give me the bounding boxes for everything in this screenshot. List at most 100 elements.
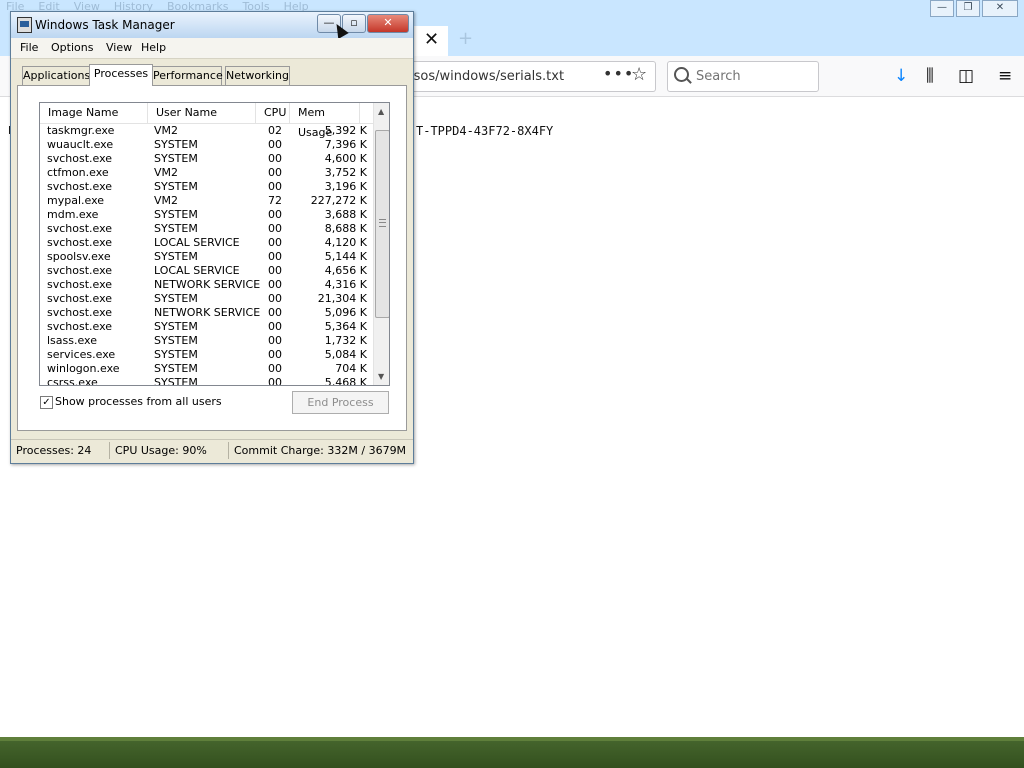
status-divider <box>228 442 229 459</box>
table-row[interactable]: wuauclt.exe SYSTEM 00 7,396 K <box>40 138 373 152</box>
process-user-name: VM2 <box>154 124 179 137</box>
search-input[interactable] <box>667 61 819 92</box>
url-text[interactable]: isos/windows/serials.txt <box>410 69 564 84</box>
process-user-name: SYSTEM <box>154 222 198 235</box>
column-image-name[interactable]: Image Name <box>40 103 148 123</box>
table-row[interactable]: taskmgr.exe VM2 02 5,392 K <box>40 124 373 138</box>
table-row[interactable]: svchost.exe SYSTEM 00 3,196 K <box>40 180 373 194</box>
table-row[interactable]: winlogon.exe SYSTEM 00 704 K <box>40 362 373 376</box>
status-bar: Processes: 24 CPU Usage: 90% Commit Char… <box>11 439 413 462</box>
table-row[interactable]: spoolsv.exe SYSTEM 00 5,144 K <box>40 250 373 264</box>
column-cpu[interactable]: CPU <box>256 103 290 123</box>
process-cpu: 00 <box>268 180 282 193</box>
vertical-scrollbar[interactable]: ▲ ▼ <box>373 103 389 385</box>
column-user-name[interactable]: User Name <box>148 103 256 123</box>
table-row[interactable]: svchost.exe SYSTEM 00 8,688 K <box>40 222 373 236</box>
table-row[interactable]: svchost.exe NETWORK SERVICE 00 4,316 K <box>40 278 373 292</box>
hamburger-menu-icon[interactable]: ≡ <box>998 66 1012 86</box>
process-user-name: SYSTEM <box>154 152 198 165</box>
process-cpu: 00 <box>268 152 282 165</box>
process-cpu: 00 <box>268 208 282 221</box>
library-icon[interactable]: ⫼ <box>926 66 934 86</box>
close-button[interactable]: ✕ <box>367 14 409 33</box>
scroll-thumb[interactable] <box>375 130 389 318</box>
column-mem-usage[interactable]: Mem Usage <box>290 103 360 139</box>
process-mem-usage: 1,732 K <box>324 334 367 347</box>
table-row[interactable]: services.exe SYSTEM 00 5,084 K <box>40 348 373 362</box>
browser-restore-button[interactable]: ❐ <box>956 0 980 17</box>
process-cpu: 00 <box>268 348 282 361</box>
process-image-name: spoolsv.exe <box>47 250 111 263</box>
table-row[interactable]: svchost.exe SYSTEM 00 5,364 K <box>40 320 373 334</box>
table-row[interactable]: csrss.exe SYSTEM 00 5,468 K <box>40 376 373 386</box>
process-mem-usage: 4,600 K <box>324 152 367 165</box>
status-processes: Processes: 24 <box>16 444 92 457</box>
table-row[interactable]: ctfmon.exe VM2 00 3,752 K <box>40 166 373 180</box>
process-cpu: 00 <box>268 264 282 277</box>
desktop-wallpaper <box>0 737 1024 768</box>
process-image-name: ctfmon.exe <box>47 166 109 179</box>
table-row[interactable]: svchost.exe SYSTEM 00 21,304 K <box>40 292 373 306</box>
process-mem-usage: 5,096 K <box>324 306 367 319</box>
process-user-name: SYSTEM <box>154 208 198 221</box>
page-text: T-TPPD4-43F72-8X4FY <box>416 124 554 138</box>
process-image-name: svchost.exe <box>47 180 113 193</box>
process-mem-usage: 5,084 K <box>324 348 367 361</box>
task-manager-app-icon <box>17 17 32 33</box>
tab-performance[interactable]: Performance <box>152 66 223 85</box>
menu-help[interactable]: Help <box>141 41 166 54</box>
process-user-name: NETWORK SERVICE <box>154 306 261 319</box>
tab-close-icon[interactable]: ✕ <box>424 29 439 50</box>
table-row[interactable]: svchost.exe LOCAL SERVICE 00 4,120 K <box>40 236 373 250</box>
table-row[interactable]: mypal.exe VM2 72 227,272 K <box>40 194 373 208</box>
menu-options[interactable]: Options <box>51 41 93 54</box>
tab-networking[interactable]: Networking <box>225 66 290 85</box>
menu-view[interactable]: View <box>106 41 132 54</box>
process-cpu: 00 <box>268 236 282 249</box>
process-image-name: lsass.exe <box>47 334 97 347</box>
process-mem-usage: 4,120 K <box>324 236 367 249</box>
process-mem-usage: 5,468 K <box>324 376 367 386</box>
process-image-name: svchost.exe <box>47 222 113 235</box>
table-row[interactable]: lsass.exe SYSTEM 00 1,732 K <box>40 334 373 348</box>
show-all-checkbox[interactable]: ✓ <box>40 396 53 409</box>
process-image-name: svchost.exe <box>47 306 113 319</box>
end-process-button[interactable]: End Process <box>292 391 389 414</box>
status-divider <box>109 442 110 459</box>
sidebar-icon[interactable]: ◫ <box>958 66 974 86</box>
download-icon[interactable]: ↓ <box>894 66 908 86</box>
process-image-name: svchost.exe <box>47 292 113 305</box>
table-row[interactable]: svchost.exe LOCAL SERVICE 00 4,656 K <box>40 264 373 278</box>
tab-processes[interactable]: Processes <box>89 64 153 86</box>
new-tab-icon[interactable]: + <box>458 28 473 49</box>
process-cpu: 02 <box>268 124 282 137</box>
browser-minimize-button[interactable]: — <box>930 0 954 17</box>
process-user-name: SYSTEM <box>154 376 198 386</box>
search-icon <box>674 67 689 82</box>
process-list[interactable]: Image Name User Name CPU Mem Usage taskm… <box>39 102 390 386</box>
show-all-label: Show processes from all users <box>55 395 222 408</box>
process-cpu: 00 <box>268 292 282 305</box>
processes-panel: Image Name User Name CPU Mem Usage taskm… <box>17 85 407 431</box>
table-row[interactable]: svchost.exe NETWORK SERVICE 00 5,096 K <box>40 306 373 320</box>
menu-file[interactable]: File <box>20 41 38 54</box>
process-cpu: 00 <box>268 306 282 319</box>
scroll-down-icon[interactable]: ▼ <box>378 372 384 381</box>
process-image-name: svchost.exe <box>47 320 113 333</box>
process-image-name: services.exe <box>47 348 116 361</box>
bookmark-star-icon[interactable]: ☆ <box>631 64 647 85</box>
grip-icon <box>379 219 386 227</box>
process-user-name: SYSTEM <box>154 362 198 375</box>
process-mem-usage: 3,196 K <box>324 180 367 193</box>
table-row[interactable]: mdm.exe SYSTEM 00 3,688 K <box>40 208 373 222</box>
table-row[interactable]: svchost.exe SYSTEM 00 4,600 K <box>40 152 373 166</box>
process-mem-usage: 8,688 K <box>324 222 367 235</box>
process-cpu: 00 <box>268 362 282 375</box>
page-actions-icon[interactable]: ••• <box>603 64 634 83</box>
scroll-up-icon[interactable]: ▲ <box>378 107 384 116</box>
task-manager-menubar: File Options View Help <box>11 38 413 59</box>
browser-close-button[interactable]: ✕ <box>982 0 1018 17</box>
tab-applications[interactable]: Applications <box>22 66 90 85</box>
task-manager-titlebar[interactable]: Windows Task Manager — ▫ ✕ <box>11 12 413 40</box>
process-cpu: 00 <box>268 222 282 235</box>
